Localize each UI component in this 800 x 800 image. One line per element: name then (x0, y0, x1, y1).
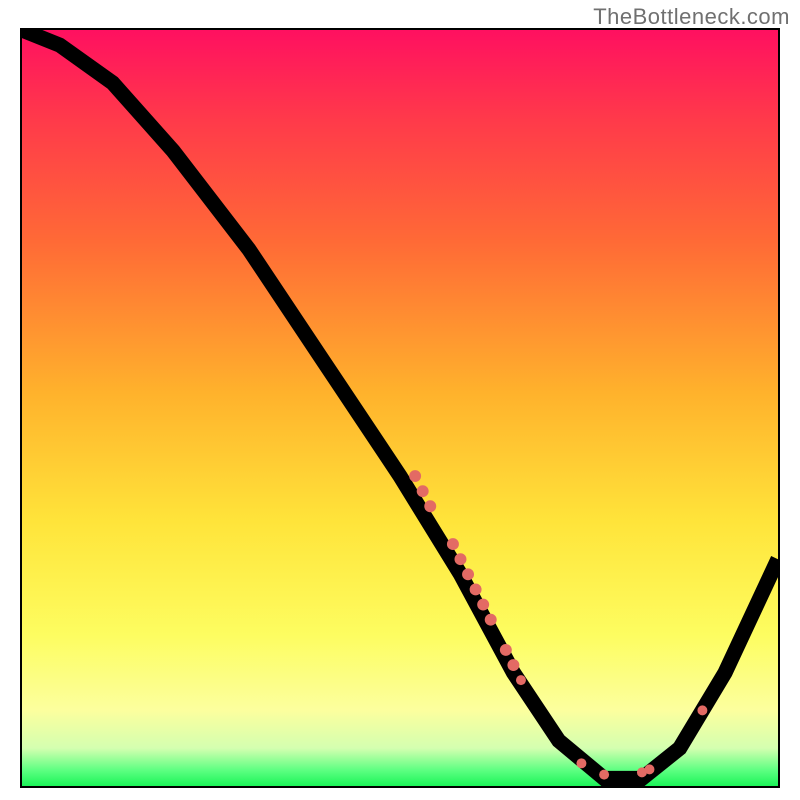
data-marker (516, 675, 526, 685)
data-marker (697, 705, 707, 715)
line-chart-svg (22, 30, 778, 786)
data-marker (417, 485, 429, 497)
data-marker (500, 644, 512, 656)
plot-area (20, 28, 780, 788)
data-marker (455, 553, 467, 565)
data-marker (485, 614, 497, 626)
data-marker (424, 500, 436, 512)
data-marker (599, 770, 609, 780)
data-marker (447, 538, 459, 550)
chart-container: TheBottleneck.com (0, 0, 800, 800)
curve-path (22, 30, 778, 778)
data-marker (470, 583, 482, 595)
data-marker (576, 758, 586, 768)
data-marker (507, 659, 519, 671)
data-marker (477, 599, 489, 611)
data-marker (409, 470, 421, 482)
data-marker (462, 568, 474, 580)
data-marker (645, 764, 655, 774)
attribution-text: TheBottleneck.com (593, 4, 790, 30)
